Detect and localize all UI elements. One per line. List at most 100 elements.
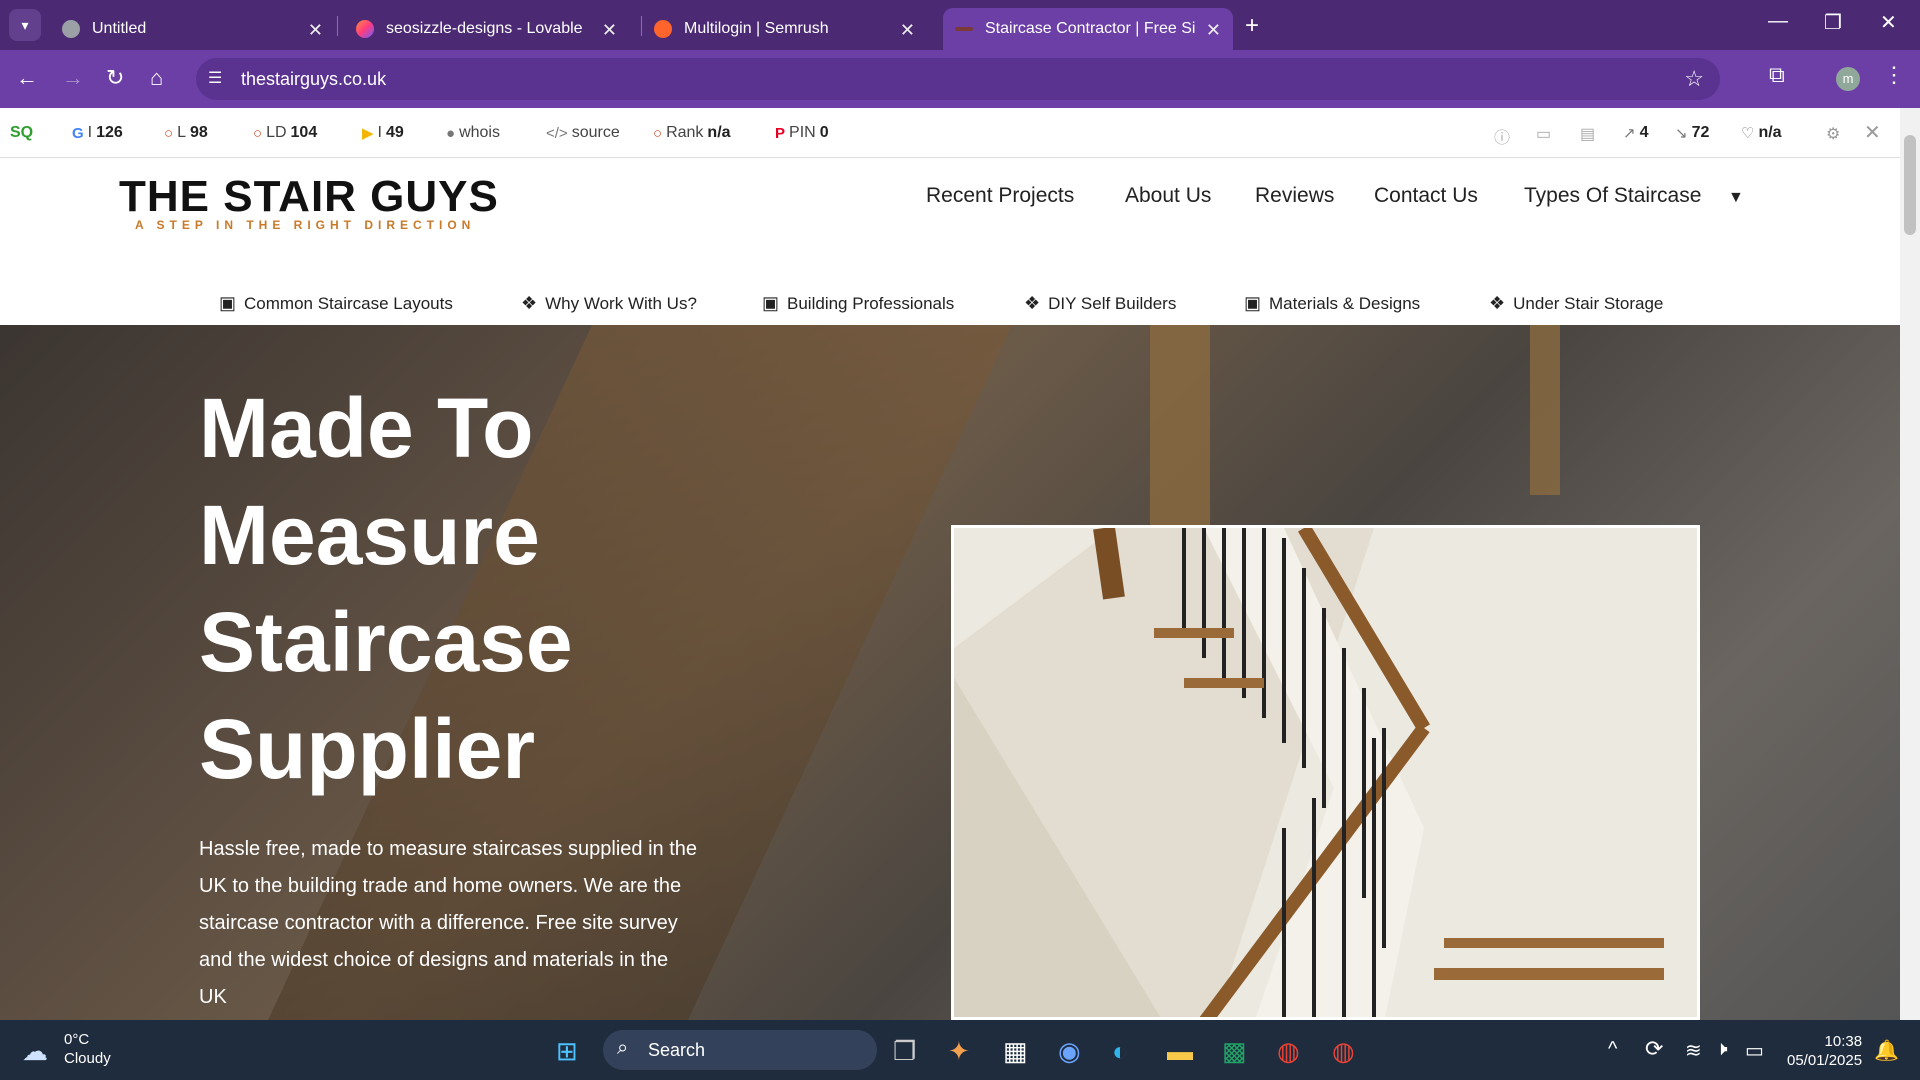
copilot-icon[interactable]: ✦ xyxy=(948,1036,970,1067)
store-icon[interactable]: ▦ xyxy=(1003,1036,1028,1067)
subnav-building-professionals[interactable]: ▣ Building Professionals xyxy=(762,293,954,314)
dropdown-caret-icon[interactable]: ▼ xyxy=(1728,189,1744,207)
subnav-why-work-with-us[interactable]: ❖ Why Work With Us? xyxy=(521,293,697,314)
show-hidden-icons-icon[interactable]: ^ xyxy=(1608,1038,1617,1061)
bing-index-value: 49 xyxy=(386,124,404,141)
links-value: 98 xyxy=(189,124,208,141)
nav-types-of-staircase[interactable]: Types Of Staircase xyxy=(1524,184,1701,208)
profile-avatar[interactable]: m xyxy=(1836,67,1860,91)
close-window-button[interactable]: ✕ xyxy=(1880,10,1897,35)
subnav-label: Common Staircase Layouts xyxy=(244,293,453,313)
tab-lovable[interactable]: seosizzle-designs - Lovable ✕ xyxy=(344,8,629,50)
tab-divider xyxy=(337,16,338,36)
extensions-puzzle-icon[interactable]: ⧉ xyxy=(1769,62,1785,88)
edge-icon[interactable]: ◐ xyxy=(1112,1036,1128,1067)
subnav-common-layouts[interactable]: ▣ Common Staircase Layouts xyxy=(219,293,453,314)
excel-icon[interactable]: ▩ xyxy=(1222,1036,1247,1067)
globe-icon xyxy=(62,20,80,38)
tab-untitled[interactable]: Untitled ✕ xyxy=(50,8,335,50)
external-links-item[interactable]: ↗ 4 xyxy=(1623,124,1648,142)
heart-pulse-icon: ♡ xyxy=(1741,125,1755,142)
page-scrollbar[interactable] xyxy=(1900,108,1920,1020)
restore-button[interactable]: ❐ xyxy=(1824,10,1842,35)
close-tab-icon[interactable]: ✕ xyxy=(1206,20,1221,41)
volume-muted-icon[interactable]: 🕨 xyxy=(1715,1038,1728,1061)
source-item[interactable]: </> source xyxy=(546,124,620,142)
whois-item[interactable]: ● whois xyxy=(446,124,500,142)
minimize-button[interactable]: — xyxy=(1768,10,1788,33)
google-index-value: 126 xyxy=(96,124,123,141)
web-page: THE STAIR GUYS A STEP IN THE RIGHT DIREC… xyxy=(0,158,1900,1020)
nav-contact-us[interactable]: Contact Us xyxy=(1374,184,1478,208)
home-button[interactable]: ⌂ xyxy=(150,65,163,91)
tab-title: Multilogin | Semrush xyxy=(684,20,829,37)
monitor-icon[interactable]: ▭ xyxy=(1536,124,1551,144)
browser-menu-icon[interactable]: ⋮ xyxy=(1883,62,1905,88)
google-index-item[interactable]: G I 126 xyxy=(72,124,123,142)
weather-condition: Cloudy xyxy=(64,1050,111,1067)
close-tab-icon[interactable]: ✕ xyxy=(308,20,323,41)
settings-gear-icon[interactable]: ⚙ xyxy=(1826,124,1840,144)
forward-button[interactable]: → xyxy=(62,65,84,91)
background-post-image xyxy=(1530,325,1560,495)
file-explorer-icon[interactable]: ▬ xyxy=(1167,1036,1193,1067)
pin-item[interactable]: P PIN 0 xyxy=(775,124,829,142)
subnav-diy-self-builders[interactable]: ❖ DIY Self Builders xyxy=(1024,293,1176,314)
tab-search-button[interactable]: ▾ xyxy=(9,9,41,41)
chrome-icon[interactable]: ◍ xyxy=(1277,1036,1300,1067)
rank-item[interactable]: ○ Rank n/a xyxy=(653,124,731,142)
subnav-label: Why Work With Us? xyxy=(545,293,697,313)
site-info-icon[interactable]: ☰ xyxy=(208,68,230,90)
reload-button[interactable]: ↻ xyxy=(106,65,124,91)
circle-icon: ○ xyxy=(164,124,174,142)
external-links-value: 4 xyxy=(1639,124,1649,141)
wifi-icon[interactable]: ≋ xyxy=(1685,1038,1702,1063)
system-clock[interactable]: 10:38 05/01/2025 xyxy=(1787,1032,1862,1070)
tab-strip: ▾ Untitled ✕ seosizzle-designs - Lovable… xyxy=(0,0,1920,50)
cloud-weather-icon[interactable]: ☁ xyxy=(22,1036,48,1067)
subnav-label: Building Professionals xyxy=(787,293,955,313)
battery-icon[interactable]: ▭ xyxy=(1745,1038,1764,1063)
notification-bell-icon[interactable]: 🔔 xyxy=(1874,1038,1899,1063)
subnav-under-stair-storage[interactable]: ❖ Under Stair Storage xyxy=(1489,293,1663,314)
site-logo[interactable]: THE STAIR GUYS xyxy=(119,172,499,222)
tab-staircase-contractor[interactable]: Staircase Contractor | Free Site ✕ xyxy=(943,8,1233,50)
report-icon[interactable]: ▤ xyxy=(1580,124,1595,144)
nav-about-us[interactable]: About Us xyxy=(1125,184,1211,208)
back-button[interactable]: ← xyxy=(16,65,38,91)
internal-links-item[interactable]: ↘ 72 xyxy=(1675,124,1709,142)
taskbar-search[interactable]: ⌕ Search xyxy=(603,1030,877,1070)
bing-index-item[interactable]: ▶ I 49 xyxy=(362,124,404,142)
nav-reviews[interactable]: Reviews xyxy=(1255,184,1334,208)
tab-semrush[interactable]: Multilogin | Semrush ✕ xyxy=(642,8,927,50)
pin-value: 0 xyxy=(819,124,829,141)
external-link-icon: ↗ xyxy=(1623,125,1636,142)
weather-widget[interactable]: 0°C Cloudy xyxy=(64,1030,111,1068)
close-tab-icon[interactable]: ✕ xyxy=(602,20,617,41)
search-label: Search xyxy=(648,1040,706,1060)
app-icon[interactable]: ◉ xyxy=(1058,1036,1081,1067)
health-item[interactable]: ♡ n/a xyxy=(1741,124,1782,142)
sync-icon[interactable]: ⟳ xyxy=(1645,1036,1663,1062)
new-tab-button[interactable]: + xyxy=(1245,12,1259,40)
subnav-materials-designs[interactable]: ▣ Materials & Designs xyxy=(1244,293,1420,314)
windows-start-icon[interactable]: ⊞ xyxy=(556,1036,578,1067)
links-item[interactable]: ○ L 98 xyxy=(164,124,208,142)
info-icon[interactable]: ⓘ xyxy=(1494,124,1510,148)
ld-item[interactable]: ○ LD 104 xyxy=(253,124,317,142)
chrome-profile-icon[interactable]: ◍ xyxy=(1332,1036,1355,1067)
bookmark-star-icon[interactable]: ☆ xyxy=(1684,66,1704,92)
seoquake-logo-icon[interactable]: SQ xyxy=(10,124,33,142)
nav-recent-projects[interactable]: Recent Projects xyxy=(926,184,1074,208)
close-seobar-icon[interactable]: ✕ xyxy=(1864,120,1881,145)
code-icon: </> xyxy=(546,124,568,142)
boxes-icon: ❖ xyxy=(1024,293,1041,313)
address-bar[interactable]: ☰ thestairguys.co.uk ☆ xyxy=(196,58,1720,100)
box-icon: ▣ xyxy=(219,293,237,313)
semrush-icon xyxy=(654,20,672,38)
health-value: n/a xyxy=(1758,124,1782,141)
task-view-icon[interactable]: ❐ xyxy=(893,1036,916,1067)
close-tab-icon[interactable]: ✕ xyxy=(900,20,915,41)
boxes-icon: ❖ xyxy=(1489,293,1506,313)
scrollbar-thumb[interactable] xyxy=(1904,135,1916,235)
